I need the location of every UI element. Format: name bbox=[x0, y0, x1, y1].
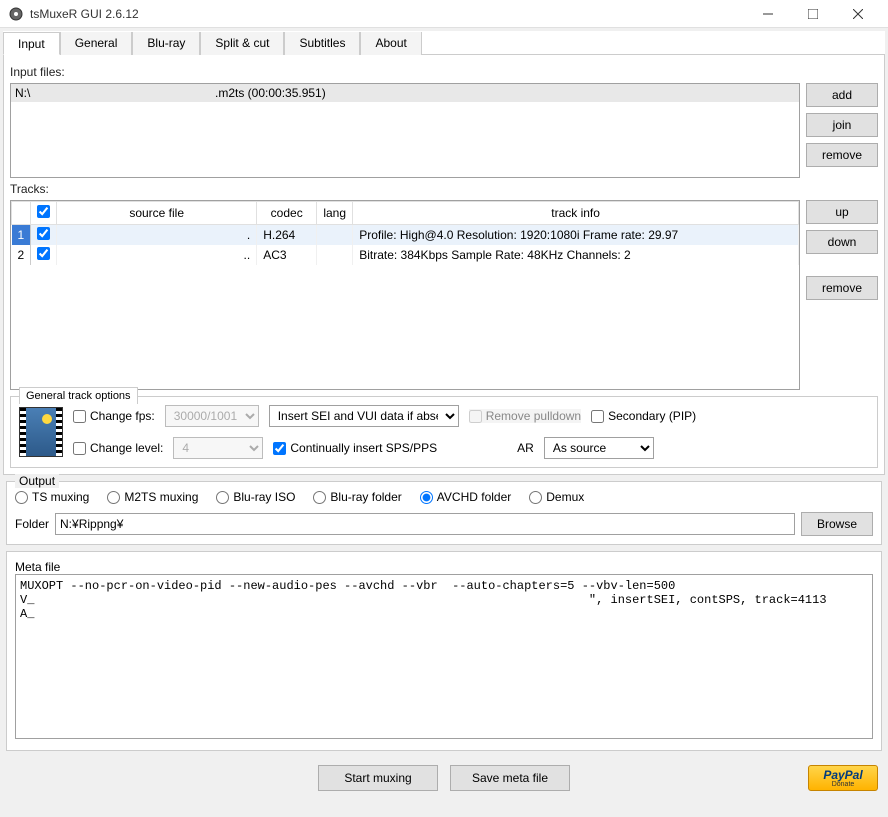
input-file-row[interactable]: N:\ .m2ts (00:00:35.951) bbox=[11, 84, 799, 102]
minimize-button[interactable] bbox=[745, 0, 790, 28]
tab-general[interactable]: General bbox=[60, 32, 133, 55]
maximize-button[interactable] bbox=[790, 0, 835, 28]
titlebar: tsMuxeR GUI 2.6.12 bbox=[0, 0, 888, 28]
input-files-list[interactable]: N:\ .m2ts (00:00:35.951) bbox=[10, 83, 800, 178]
radio-demux[interactable]: Demux bbox=[529, 490, 584, 504]
track-info: Bitrate: 384Kbps Sample Rate: 48KHz Chan… bbox=[353, 245, 799, 265]
track-codec: AC3 bbox=[257, 245, 317, 265]
close-button[interactable] bbox=[835, 0, 880, 28]
input-files-label: Input files: bbox=[10, 65, 878, 79]
paypal-label: PayPal bbox=[823, 769, 862, 781]
output-legend: Output bbox=[15, 474, 59, 488]
save-meta-file-button[interactable]: Save meta file bbox=[450, 765, 570, 791]
col-check[interactable] bbox=[31, 202, 57, 225]
folder-input[interactable] bbox=[55, 513, 795, 535]
check-all[interactable] bbox=[37, 205, 50, 218]
change-level-checkbox[interactable]: Change level: bbox=[73, 441, 163, 455]
window-title: tsMuxeR GUI 2.6.12 bbox=[30, 7, 745, 21]
radio-m2ts-muxing[interactable]: M2TS muxing bbox=[107, 490, 198, 504]
col-codec[interactable]: codec bbox=[257, 202, 317, 225]
remove-track-button[interactable]: remove bbox=[806, 276, 878, 300]
col-source[interactable]: source file bbox=[57, 202, 257, 225]
bottom-bar: Start muxing Save meta file PayPal Donat… bbox=[0, 757, 888, 799]
track-source: . bbox=[57, 225, 257, 246]
meta-file-legend: Meta file bbox=[15, 560, 873, 574]
tracks-label: Tracks: bbox=[10, 182, 878, 196]
up-button[interactable]: up bbox=[806, 200, 878, 224]
sei-select[interactable]: Insert SEI and VUI data if absent bbox=[269, 405, 459, 427]
col-info[interactable]: track info bbox=[353, 202, 799, 225]
radio-bluray-folder[interactable]: Blu-ray folder bbox=[313, 490, 401, 504]
meta-file-group: Meta file bbox=[6, 551, 882, 751]
output-radios: TS muxing M2TS muxing Blu-ray ISO Blu-ra… bbox=[15, 490, 873, 504]
cont-spspps-checkbox[interactable]: Continually insert SPS/PPS bbox=[273, 441, 437, 455]
change-fps-checkbox[interactable]: Change fps: bbox=[73, 409, 155, 423]
meta-file-textarea[interactable] bbox=[15, 574, 873, 739]
tab-bluray[interactable]: Blu-ray bbox=[132, 32, 200, 55]
folder-label: Folder bbox=[15, 517, 49, 531]
track-lang bbox=[317, 245, 353, 265]
tab-about[interactable]: About bbox=[360, 32, 421, 55]
track-info: Profile: High@4.0 Resolution: 1920:1080i… bbox=[353, 225, 799, 246]
radio-avchd-folder[interactable]: AVCHD folder bbox=[420, 490, 511, 504]
file-name: N:\ bbox=[15, 86, 215, 100]
remove-file-button[interactable]: remove bbox=[806, 143, 878, 167]
track-lang bbox=[317, 225, 353, 246]
secondary-pip-checkbox[interactable]: Secondary (PIP) bbox=[591, 409, 696, 423]
browse-button[interactable]: Browse bbox=[801, 512, 873, 536]
ar-label: AR bbox=[517, 441, 534, 455]
main-tabs: Input General Blu-ray Split & cut Subtit… bbox=[3, 31, 885, 55]
ar-select[interactable]: As source bbox=[544, 437, 654, 459]
general-track-options: General track options Change fps: 30000/… bbox=[10, 396, 878, 468]
tab-input[interactable]: Input bbox=[3, 32, 60, 55]
video-thumb-icon bbox=[19, 407, 63, 457]
tracks-table[interactable]: source file codec lang track info 1 . H.… bbox=[10, 200, 800, 390]
tab-split[interactable]: Split & cut bbox=[200, 32, 284, 55]
add-button[interactable]: add bbox=[806, 83, 878, 107]
level-select: 4 bbox=[173, 437, 263, 459]
col-lang[interactable]: lang bbox=[317, 202, 353, 225]
down-button[interactable]: down bbox=[806, 230, 878, 254]
output-group: Output TS muxing M2TS muxing Blu-ray ISO… bbox=[6, 481, 882, 545]
track-source: .. bbox=[57, 245, 257, 265]
radio-ts-muxing[interactable]: TS muxing bbox=[15, 490, 89, 504]
table-row[interactable]: 2 .. AC3 Bitrate: 384Kbps Sample Rate: 4… bbox=[12, 245, 799, 265]
app-icon bbox=[8, 6, 24, 22]
paypal-donate-button[interactable]: PayPal Donate bbox=[808, 765, 878, 791]
col-num bbox=[12, 202, 31, 225]
gto-legend: General track options bbox=[19, 387, 138, 404]
fps-select: 30000/1001 bbox=[165, 405, 259, 427]
tab-content-input: Input files: N:\ .m2ts (00:00:35.951) ad… bbox=[3, 55, 885, 475]
start-muxing-button[interactable]: Start muxing bbox=[318, 765, 438, 791]
donate-label: Donate bbox=[832, 781, 855, 788]
row-num: 1 bbox=[12, 225, 31, 246]
tab-subtitles[interactable]: Subtitles bbox=[284, 32, 360, 55]
track-checkbox[interactable] bbox=[37, 247, 50, 260]
remove-pulldown-checkbox: Remove pulldown bbox=[469, 409, 581, 423]
table-row[interactable]: 1 . H.264 Profile: High@4.0 Resolution: … bbox=[12, 225, 799, 246]
track-codec: H.264 bbox=[257, 225, 317, 246]
join-button[interactable]: join bbox=[806, 113, 878, 137]
row-num: 2 bbox=[12, 245, 31, 265]
file-info: .m2ts (00:00:35.951) bbox=[215, 86, 795, 100]
radio-bluray-iso[interactable]: Blu-ray ISO bbox=[216, 490, 295, 504]
track-checkbox[interactable] bbox=[37, 227, 50, 240]
